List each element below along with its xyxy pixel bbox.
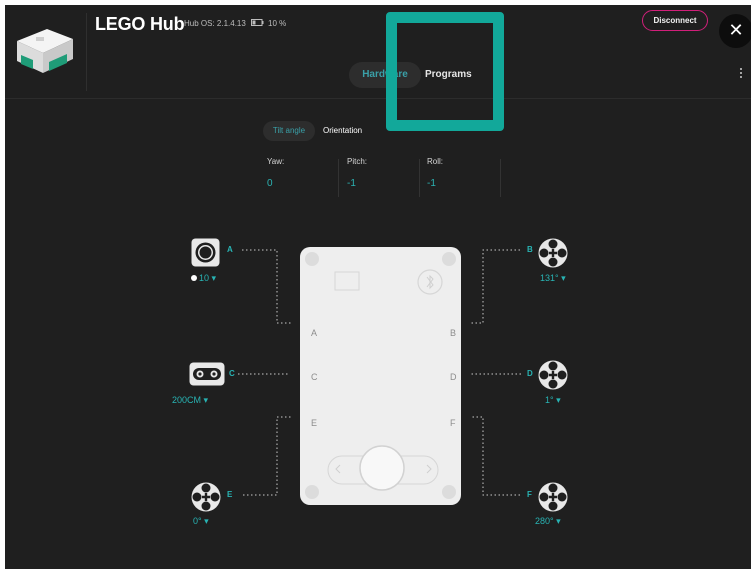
hub-port-e-letter: E: [311, 418, 318, 428]
hub-port-a-letter: A: [311, 328, 318, 338]
header-divider: [86, 13, 87, 91]
port-a-value-dropdown[interactable]: 10 ▾: [191, 273, 216, 284]
hub-title: LEGO Hub: [95, 14, 185, 34]
pitch-value: -1: [347, 178, 356, 189]
port-d-label: D: [527, 369, 533, 378]
port-d-value: 1°: [545, 395, 554, 405]
port-e-label: E: [227, 490, 233, 499]
battery-percent: 10 %: [268, 19, 287, 28]
chevron-down-icon: ▾: [553, 395, 561, 405]
roll-label: Roll:: [427, 157, 444, 166]
port-d-value-dropdown[interactable]: 1° ▾: [545, 395, 561, 406]
color-sensor-icon[interactable]: [191, 238, 220, 267]
hub-os-version: Hub OS: 2.1.4.13: [184, 19, 246, 28]
hub-port-c-letter: C: [311, 372, 318, 382]
yaw-value: 0: [267, 178, 273, 189]
tab-tilt-angle[interactable]: Tilt angle: [263, 121, 315, 141]
more-menu-icon[interactable]: [738, 67, 744, 79]
color-dot-icon: [191, 275, 197, 281]
pitch-label: Pitch:: [347, 157, 368, 166]
header: LEGO Hub Hub OS: 2.1.4.13 10 % Disconnec…: [5, 5, 751, 99]
roll-readout: Roll: -1: [427, 157, 443, 199]
disconnect-button[interactable]: Disconnect: [642, 10, 708, 31]
hub-thumbnail: [17, 29, 73, 73]
port-b-label: B: [527, 245, 533, 254]
hub-port-d-letter: D: [450, 372, 457, 382]
hub-port-b-letter: B: [450, 328, 457, 338]
motor-icon[interactable]: [191, 482, 221, 512]
hub-body: A B C D E F: [300, 247, 461, 505]
port-f-value: 280°: [535, 516, 554, 526]
yaw-label: Yaw:: [267, 157, 285, 166]
port-b-value-dropdown[interactable]: 131° ▾: [540, 273, 566, 284]
port-f-value-dropdown[interactable]: 280° ▾: [535, 516, 561, 527]
distance-sensor-icon[interactable]: [189, 362, 225, 386]
pitch-readout: Pitch: -1: [347, 157, 367, 199]
port-f-label: F: [527, 490, 532, 499]
motor-icon[interactable]: [538, 482, 568, 512]
port-a-value: 10: [199, 273, 210, 283]
port-c-value-dropdown[interactable]: 200CM ▾: [172, 395, 208, 406]
motor-icon[interactable]: [538, 238, 568, 268]
app-window: LEGO Hub Hub OS: 2.1.4.13 10 % Disconnec…: [5, 5, 751, 569]
readout-divider: [338, 159, 339, 197]
chevron-down-icon: ▾: [201, 395, 209, 405]
motor-icon[interactable]: [538, 360, 568, 390]
port-e-value-dropdown[interactable]: 0° ▾: [193, 516, 209, 527]
port-e-value: 0°: [193, 516, 202, 526]
hub-body-details: [305, 252, 456, 499]
highlight-box: [386, 12, 504, 131]
chevron-down-icon: ▾: [558, 273, 566, 283]
readout-divider: [500, 159, 501, 197]
chevron-down-icon: ▾: [201, 516, 209, 526]
roll-value: -1: [427, 178, 436, 189]
battery-icon: [251, 19, 264, 26]
readout-divider: [419, 159, 420, 197]
close-icon[interactable]: ✕: [719, 14, 751, 48]
chevron-down-icon: ▾: [553, 516, 561, 526]
port-b-value: 131°: [540, 273, 559, 283]
port-a-label: A: [227, 245, 233, 254]
tab-orientation[interactable]: Orientation: [323, 121, 379, 141]
hub-port-f-letter: F: [450, 418, 456, 428]
port-c-label: C: [229, 369, 235, 378]
chevron-down-icon: ▾: [209, 273, 217, 283]
port-c-value: 200CM: [172, 395, 202, 405]
yaw-readout: Yaw: 0: [267, 157, 284, 199]
